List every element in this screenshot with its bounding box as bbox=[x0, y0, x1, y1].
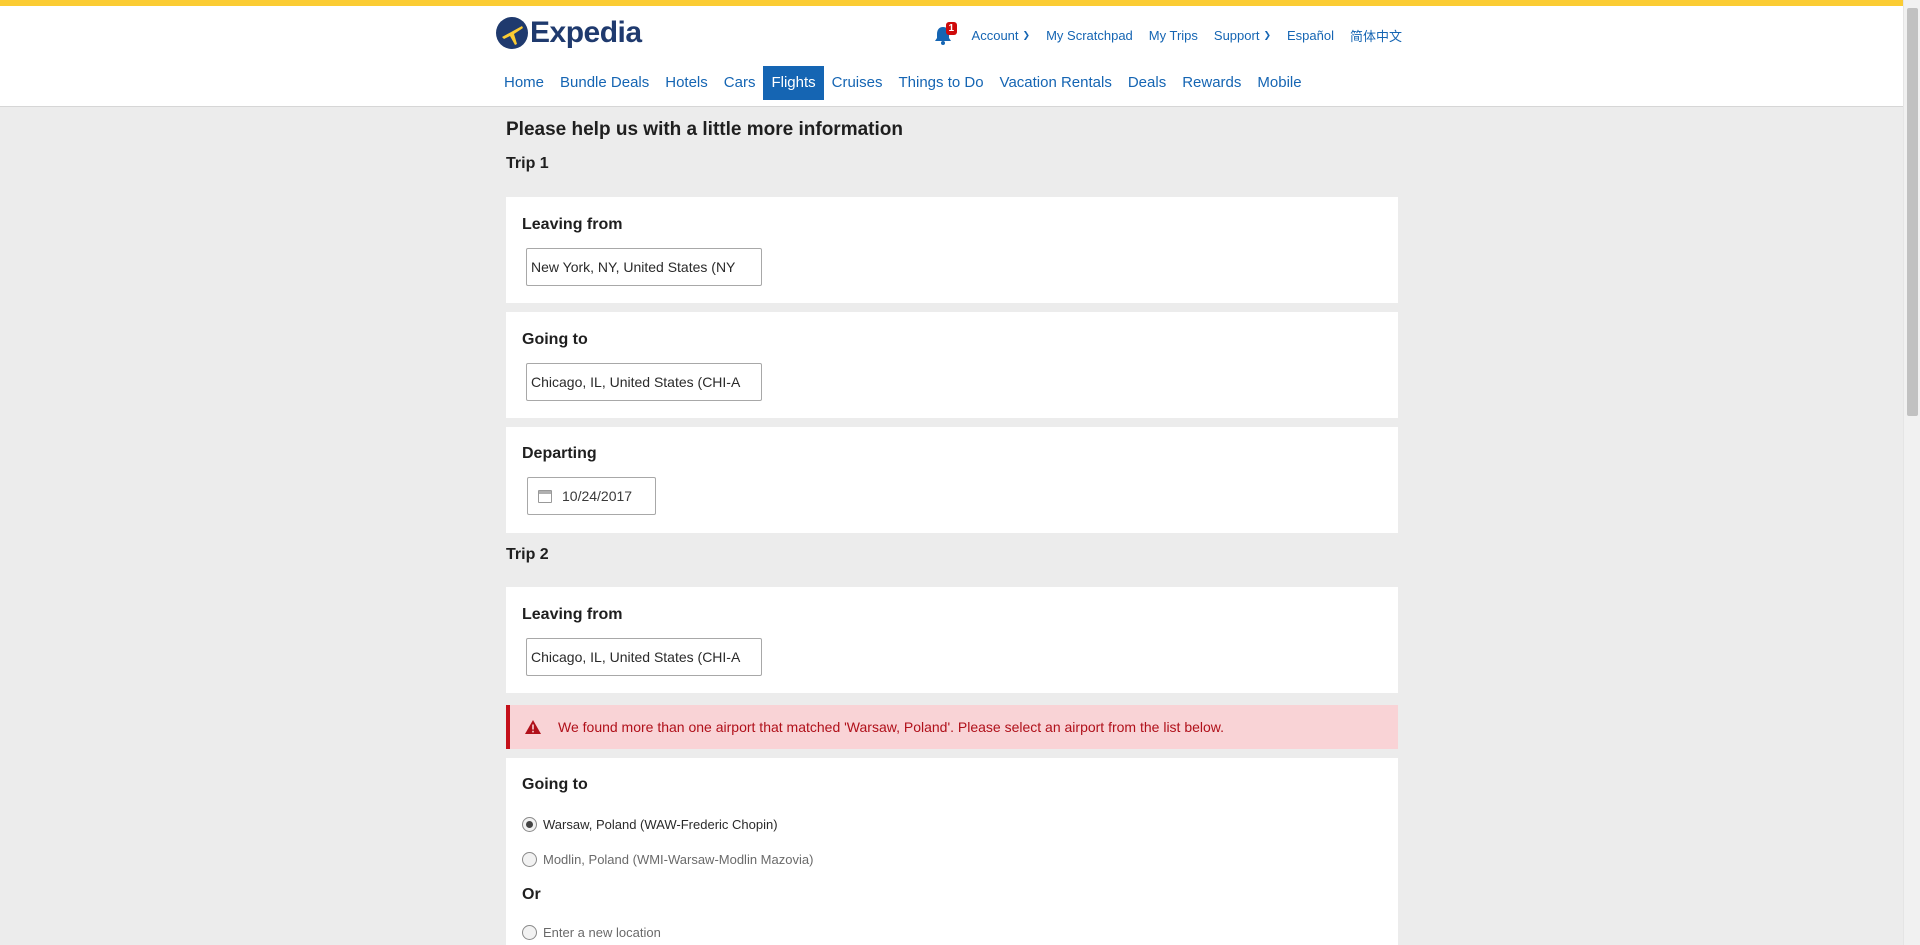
radio-button[interactable] bbox=[522, 925, 537, 940]
nav-flights[interactable]: Flights bbox=[763, 66, 824, 100]
page-scrollbar[interactable] bbox=[1903, 0, 1920, 945]
departing-label: Departing bbox=[522, 445, 597, 462]
language-chinese-link[interactable]: 简体中文 bbox=[1350, 26, 1402, 45]
chinese-label: 简体中文 bbox=[1349, 28, 1402, 44]
scratchpad-link[interactable]: My Scratchpad bbox=[1046, 28, 1133, 43]
expedia-logo[interactable]: Expedia bbox=[496, 16, 642, 50]
alert-message: We found more than one airport that matc… bbox=[558, 719, 1225, 735]
page-title: Please help us with a little more inform… bbox=[506, 119, 903, 140]
nav-hotels[interactable]: Hotels bbox=[657, 66, 716, 100]
calendar-icon bbox=[538, 489, 552, 503]
radio-button[interactable] bbox=[522, 817, 537, 832]
nav-vacation-rentals[interactable]: Vacation Rentals bbox=[992, 66, 1120, 100]
account-menu[interactable]: Account ❯ bbox=[972, 28, 1031, 43]
nav-rewards[interactable]: Rewards bbox=[1174, 66, 1249, 100]
plane-globe-icon bbox=[496, 17, 528, 49]
espanol-label: Español bbox=[1287, 27, 1334, 43]
chevron-down-icon: ❯ bbox=[1022, 29, 1031, 40]
scratchpad-label: My Scratchpad bbox=[1046, 27, 1133, 43]
my-trips-link[interactable]: My Trips bbox=[1149, 28, 1198, 43]
warning-icon bbox=[525, 720, 541, 734]
notifications-button[interactable]: 1 bbox=[932, 22, 958, 46]
nav-deals[interactable]: Deals bbox=[1120, 66, 1174, 100]
airport-option-label: Warsaw, Poland (WAW-Frederic Chopin) bbox=[543, 817, 778, 832]
support-menu[interactable]: Support ❯ bbox=[1214, 28, 1271, 43]
logo-text: Expedia bbox=[530, 16, 642, 49]
site-header: Expedia 1 Account ❯ My Scratchpad My Tri… bbox=[0, 6, 1903, 107]
utility-nav: 1 Account ❯ My Scratchpad My Trips Suppo… bbox=[932, 22, 1402, 46]
nav-things-to-do[interactable]: Things to Do bbox=[891, 66, 992, 100]
trip-2-going-to-card: Going to Warsaw, Poland (WAW-Frederic Ch… bbox=[506, 758, 1398, 945]
going-to-label: Going to bbox=[522, 331, 588, 348]
trip-1-departing-card: Departing 10/24/2017 bbox=[506, 427, 1398, 533]
airport-match-alert: We found more than one airport that matc… bbox=[506, 705, 1398, 749]
nav-cars[interactable]: Cars bbox=[716, 66, 764, 100]
enter-new-location-option[interactable]: Enter a new location bbox=[522, 925, 661, 940]
trip-1-leaving-from-input[interactable] bbox=[526, 248, 762, 286]
my-trips-label: My Trips bbox=[1148, 27, 1198, 43]
trip-1-leaving-from-card: Leaving from bbox=[506, 197, 1398, 303]
account-label: Account bbox=[971, 27, 1019, 43]
going-to-label: Going to bbox=[522, 776, 588, 793]
support-label: Support bbox=[1213, 27, 1260, 43]
nav-home[interactable]: Home bbox=[496, 66, 552, 100]
scrollbar-thumb[interactable] bbox=[1907, 8, 1918, 416]
airport-option-wmi[interactable]: Modlin, Poland (WMI-Warsaw-Modlin Mazovi… bbox=[522, 852, 813, 867]
departing-date-value: 10/24/2017 bbox=[562, 488, 633, 504]
trip-1-going-to-input[interactable] bbox=[526, 363, 762, 401]
or-label: Or bbox=[522, 886, 541, 903]
trip-2-leaving-from-input[interactable] bbox=[526, 638, 762, 676]
language-espanol-link[interactable]: Español bbox=[1287, 28, 1334, 43]
new-location-label: Enter a new location bbox=[543, 925, 661, 940]
trip-1-departing-date-input[interactable]: 10/24/2017 bbox=[527, 477, 656, 515]
nav-bundle-deals[interactable]: Bundle Deals bbox=[552, 66, 657, 100]
bell-icon: 1 bbox=[932, 22, 958, 46]
leaving-from-label: Leaving from bbox=[522, 216, 623, 233]
notification-badge: 1 bbox=[945, 22, 958, 35]
radio-button[interactable] bbox=[522, 852, 537, 867]
airport-option-label: Modlin, Poland (WMI-Warsaw-Modlin Mazovi… bbox=[543, 852, 814, 867]
chevron-down-icon: ❯ bbox=[1263, 29, 1271, 40]
trip-1-going-to-card: Going to bbox=[506, 312, 1398, 418]
airport-option-waw[interactable]: Warsaw, Poland (WAW-Frederic Chopin) bbox=[522, 817, 778, 832]
nav-cruises[interactable]: Cruises bbox=[824, 66, 891, 100]
nav-mobile[interactable]: Mobile bbox=[1249, 66, 1309, 100]
trip-1-heading: Trip 1 bbox=[506, 155, 549, 172]
main-nav: Home Bundle Deals Hotels Cars Flights Cr… bbox=[496, 66, 1310, 100]
trip-2-leaving-from-card: Leaving from bbox=[506, 587, 1398, 693]
leaving-from-label: Leaving from bbox=[522, 606, 623, 623]
trip-2-heading: Trip 2 bbox=[506, 546, 549, 563]
